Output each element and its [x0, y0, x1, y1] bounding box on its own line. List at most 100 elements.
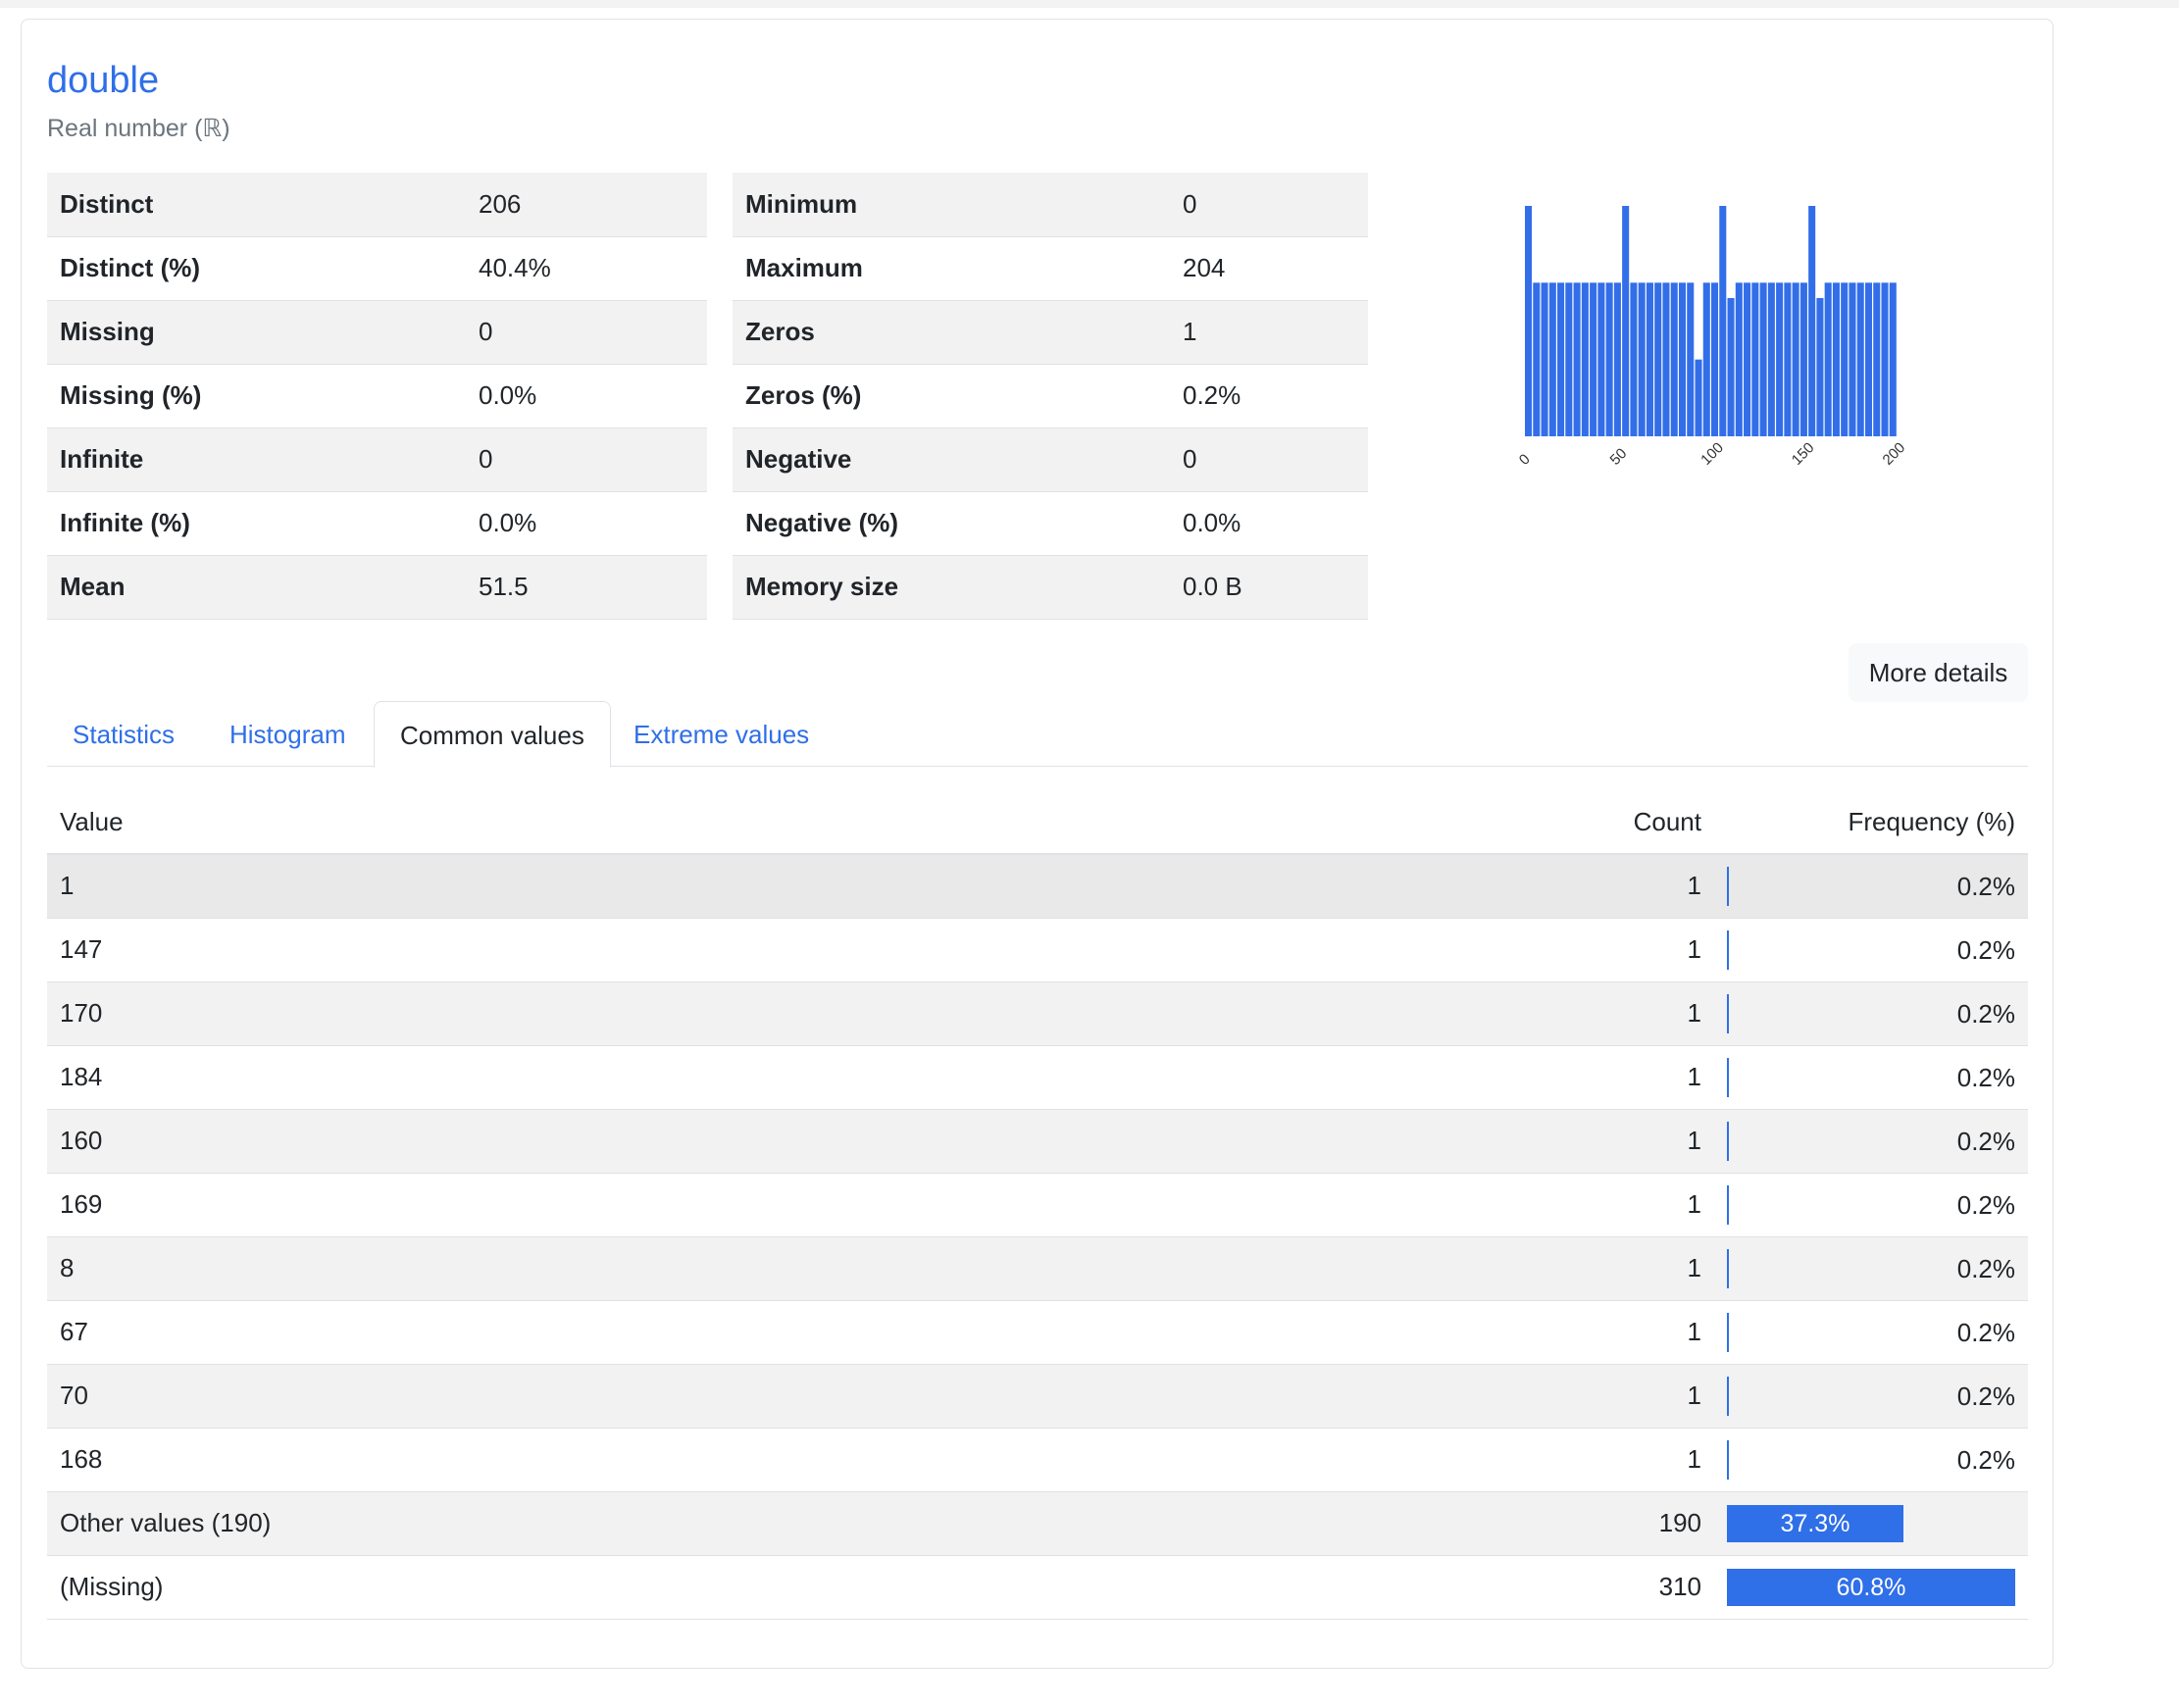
stats-row: Infinite (%) 0.0% — [47, 491, 707, 556]
cell-count: 1 — [1420, 854, 1714, 919]
histogram-bar — [1784, 282, 1792, 436]
histogram-bar — [1638, 282, 1646, 436]
stat-label: Maximum — [733, 236, 1170, 301]
cell-value: 70 — [47, 1364, 1420, 1429]
cell-count: 1 — [1420, 1428, 1714, 1492]
frequency-bar: 60.8% — [1727, 1568, 2015, 1606]
frequency-label: 0.2% — [1956, 1189, 2015, 1220]
histogram-bar — [1678, 282, 1687, 436]
histogram-tick-label: 200 — [1880, 439, 1909, 469]
stats-table-left: Distinct 206 Distinct (%) 40.4% Missing 0 M… — [47, 173, 707, 620]
table-row: 184 1 0.2% — [47, 1045, 2028, 1110]
frequency-label: 0.2% — [1956, 1317, 2015, 1347]
histogram-bar — [1735, 282, 1743, 436]
histogram-bar — [1864, 282, 1873, 436]
tab-statistics[interactable]: Statistics — [47, 701, 200, 766]
table-row: 70 1 0.2% — [47, 1364, 2028, 1429]
histogram-bar — [1695, 359, 1702, 436]
cell-value: (Missing) — [47, 1555, 1420, 1620]
frequency-label: 0.2% — [1956, 934, 2015, 965]
histogram-bar — [1767, 282, 1775, 436]
stat-label: Infinite — [47, 427, 466, 492]
cell-count: 1 — [1420, 1045, 1714, 1110]
histogram-bar — [1654, 282, 1662, 436]
stat-label: Infinite (%) — [47, 491, 466, 556]
stat-label: Negative (%) — [733, 491, 1170, 556]
stats-row: Infinite 0 — [47, 427, 707, 492]
histogram-bar — [1719, 206, 1727, 436]
variable-name: double — [47, 60, 160, 101]
cell-frequency: 0.2% — [1714, 1300, 2028, 1365]
frequency-bar — [1727, 929, 1729, 970]
histogram-bar — [1759, 282, 1767, 436]
histogram-bar — [1605, 282, 1613, 436]
histogram-bar — [1613, 282, 1621, 436]
histogram-bar — [1590, 282, 1597, 436]
frequency-label: 0.2% — [1956, 1062, 2015, 1092]
histogram-bar — [1824, 282, 1832, 436]
cell-count: 1 — [1420, 1109, 1714, 1174]
cell-frequency: 0.2% — [1714, 1364, 2028, 1429]
stat-label: Zeros — [733, 300, 1170, 365]
frequency-bar — [1727, 1439, 1729, 1480]
histogram-bar — [1856, 282, 1864, 436]
stats-row: Missing 0 — [47, 300, 707, 365]
histogram-bar — [1533, 282, 1541, 436]
cell-count: 1 — [1420, 918, 1714, 982]
tab-histogram[interactable]: Histogram — [204, 701, 371, 766]
stat-value: 206 — [466, 173, 707, 237]
cell-value: 184 — [47, 1045, 1420, 1110]
stat-value: 204 — [1170, 236, 1368, 301]
cell-value: Other values (190) — [47, 1491, 1420, 1556]
stats-row: Negative 0 — [733, 427, 1368, 492]
table-row: 67 1 0.2% — [47, 1300, 2028, 1365]
variable-type: Real number (ℝ) — [47, 115, 230, 142]
histogram-bar — [1776, 282, 1784, 436]
cell-count: 190 — [1420, 1491, 1714, 1556]
cell-frequency: 0.2% — [1714, 1236, 2028, 1301]
cell-count: 1 — [1420, 1236, 1714, 1301]
mini-histogram: 0 50 100 150 200 — [1516, 206, 1909, 469]
cell-value: 169 — [47, 1173, 1420, 1237]
histogram-bar — [1548, 282, 1556, 436]
frequency-bar — [1727, 1312, 1729, 1352]
cell-count: 1 — [1420, 1173, 1714, 1237]
stat-value: 0 — [1170, 173, 1368, 237]
cell-value: 160 — [47, 1109, 1420, 1174]
table-row: 147 1 0.2% — [47, 918, 2028, 982]
more-details-button[interactable]: More details — [1849, 643, 2028, 702]
stat-value: 0.2% — [1170, 364, 1368, 428]
cell-count: 1 — [1420, 1364, 1714, 1429]
cell-value: 67 — [47, 1300, 1420, 1365]
histogram-bar — [1525, 206, 1533, 436]
frequency-label: 0.2% — [1956, 1444, 2015, 1475]
header-count: Count — [1420, 790, 1714, 855]
stat-value: 0 — [466, 427, 707, 492]
histogram-tick-label: 50 — [1607, 445, 1631, 469]
histogram-bar — [1881, 282, 1889, 436]
table-row: 170 1 0.2% — [47, 981, 2028, 1046]
frequency-bar — [1727, 1248, 1729, 1288]
stats-row: Memory size 0.0 B — [733, 555, 1368, 620]
stat-value: 0.0% — [1170, 491, 1368, 556]
histogram-bar — [1849, 282, 1856, 436]
stat-value: 0 — [1170, 427, 1368, 492]
frequency-bar — [1727, 1057, 1729, 1097]
stat-label: Memory size — [733, 555, 1170, 620]
tab-common-values[interactable]: Common values — [374, 701, 611, 768]
cell-frequency: 0.2% — [1714, 1173, 2028, 1237]
histogram-tick-label: 150 — [1789, 439, 1818, 469]
histogram-bar — [1889, 282, 1897, 436]
stats-row: Minimum 0 — [733, 173, 1368, 237]
frequency-bar: 37.3% — [1727, 1504, 1903, 1542]
histogram-bar — [1662, 282, 1670, 436]
stat-label: Mean — [47, 555, 466, 620]
cell-count: 1 — [1420, 1300, 1714, 1365]
table-row: 169 1 0.2% — [47, 1173, 2028, 1237]
histogram-bar — [1687, 282, 1695, 436]
frequency-bar — [1727, 1376, 1729, 1416]
stat-value: 0.0 B — [1170, 555, 1368, 620]
cell-count: 310 — [1420, 1555, 1714, 1620]
tab-extreme-values[interactable]: Extreme values — [608, 701, 835, 766]
histogram-bar — [1744, 282, 1751, 436]
